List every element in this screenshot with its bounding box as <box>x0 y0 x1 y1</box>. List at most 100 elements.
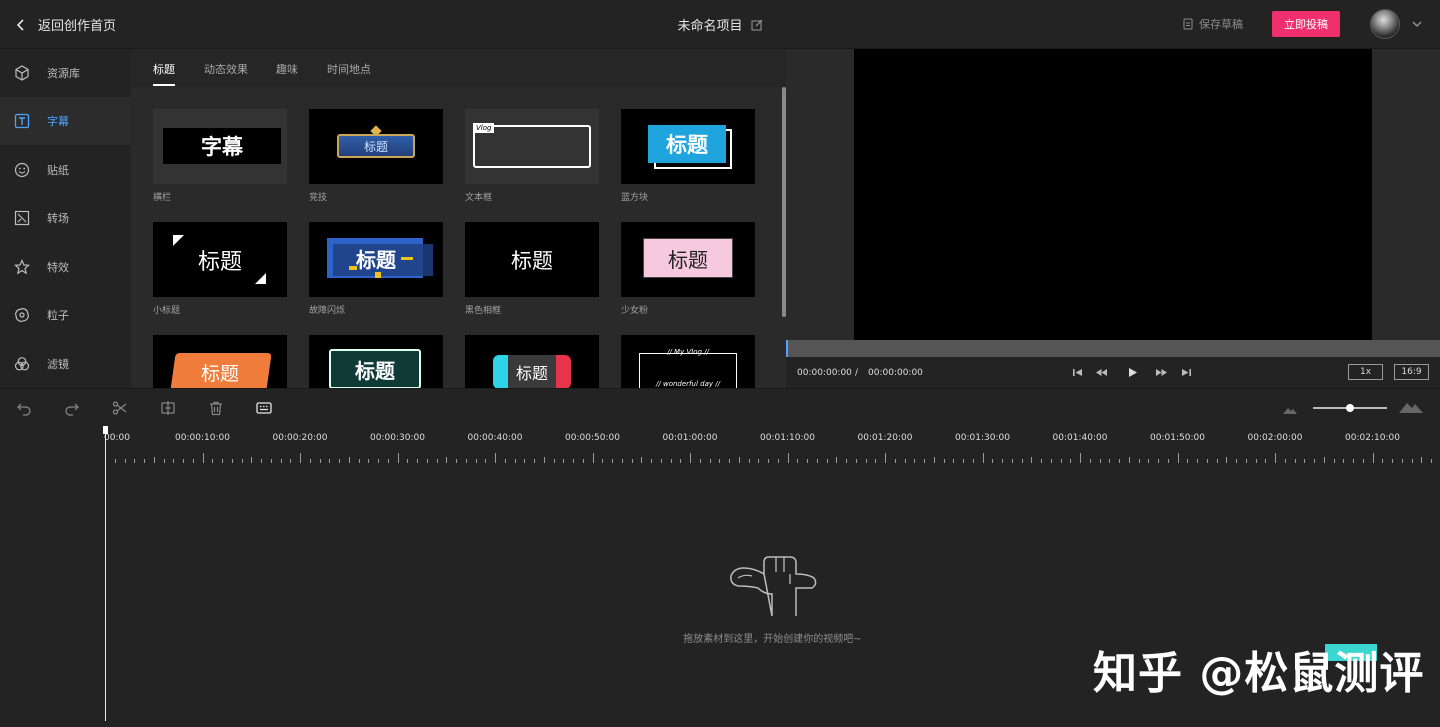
trash-icon[interactable] <box>208 400 224 416</box>
thumbnail-text: 字幕 <box>163 128 281 164</box>
sidebar-item-label: 滤镜 <box>47 358 69 371</box>
zoom-out-mountain-icon[interactable] <box>1282 402 1298 418</box>
sidebar-item-particles[interactable]: 粒子 <box>0 291 131 339</box>
chevron-down-icon[interactable] <box>1411 18 1423 30</box>
template-label: 故障闪烁 <box>309 306 346 316</box>
tab-time-location[interactable]: 时间地点 <box>327 61 371 77</box>
timeline-toolbar <box>0 388 1440 426</box>
thumbnail-text: 标题 <box>511 248 553 273</box>
subtitle-panel: 标题 动态效果 趣味 时间地点 字幕 横栏 标题 竞技 Vlog 文本框 标题 … <box>131 49 786 388</box>
aspect-ratio-button[interactable]: 16:9 <box>1394 364 1429 380</box>
ruler-label: 00:01:50:00 <box>1150 433 1205 443</box>
chevron-left-icon <box>16 18 24 31</box>
thumbnail-text: 标题 <box>200 363 239 385</box>
empty-timeline-hint: 拖放素材到这里，开始创建你的视频吧~ <box>683 634 862 645</box>
sidebar-item-label: 转场 <box>47 212 69 225</box>
ruler-label: 00:01:30:00 <box>955 433 1010 443</box>
zoom-in-mountain-icon[interactable] <box>1398 398 1424 416</box>
template-thumbnail: 标题 <box>621 222 755 297</box>
split-icon[interactable] <box>160 400 176 416</box>
filter-icon <box>14 357 30 371</box>
project-title: 未命名项目 <box>677 19 743 34</box>
ruler-label: 00:01:40:00 <box>1052 433 1108 443</box>
video-canvas <box>854 49 1372 340</box>
sidebar-item-label: 特效 <box>47 261 69 274</box>
template-tile[interactable]: 标题 <box>153 335 287 388</box>
sidebar-item-transitions[interactable]: 转场 <box>0 194 131 242</box>
template-tile[interactable]: 标题 少女粉 <box>621 222 755 316</box>
skip-end-icon[interactable] <box>1180 366 1193 379</box>
zoom-slider-knob[interactable] <box>1346 404 1354 412</box>
sidebar-item-label: 贴纸 <box>47 164 69 177</box>
template-thumbnail: 标题 <box>621 109 755 184</box>
timeline[interactable]: 00:00 00:00:10:00 00:00:20:00 00:00:30:00 00… <box>0 426 1440 727</box>
template-label: 黑色相框 <box>465 306 502 316</box>
sidebar-item-stickers[interactable]: 贴纸 <box>0 146 131 194</box>
thumbnail-text: 标题 <box>356 248 396 272</box>
template-thumbnail: 标题 <box>153 335 287 388</box>
template-thumbnail: 标题 <box>309 109 443 184</box>
template-tile[interactable]: 标题 <box>309 335 443 388</box>
speed-button[interactable]: 1x <box>1348 364 1383 380</box>
template-tile[interactable]: 标题 小标题 <box>153 222 287 316</box>
progress-bar[interactable] <box>786 340 1440 357</box>
progress-head[interactable] <box>786 340 788 357</box>
back-button[interactable]: 返回创作首页 <box>14 0 116 49</box>
skip-start-icon[interactable] <box>1071 366 1084 379</box>
avatar[interactable] <box>1370 9 1400 39</box>
thumbnail-text: // wonderful day // <box>656 380 720 388</box>
template-thumbnail: // My Vlog // // wonderful day // <box>621 335 755 388</box>
template-tile[interactable]: 标题 蓝方块 <box>621 109 755 203</box>
subtitle-track-icon[interactable] <box>256 400 272 416</box>
publish-button[interactable]: 立即投稿 <box>1272 11 1340 37</box>
sidebar-item-subtitles[interactable]: 字幕 <box>0 97 131 145</box>
drag-hand-icon <box>730 556 817 616</box>
template-label: 少女粉 <box>621 306 649 316</box>
undo-icon[interactable] <box>16 400 32 416</box>
template-label: 小标题 <box>153 306 181 316</box>
time-ruler[interactable]: 00:00 00:00:10:00 00:00:20:00 00:00:30:00 00… <box>104 426 1440 464</box>
template-thumbnail: 字幕 <box>153 109 287 184</box>
thumbnail-text: 标题 <box>648 125 726 163</box>
save-draft-button[interactable]: 保存草稿 <box>1182 16 1243 32</box>
template-tile[interactable]: 标题 故障闪烁 <box>309 222 443 316</box>
sidebar-item-effects[interactable]: 特效 <box>0 243 131 291</box>
thumbnail-text: 标题 <box>643 238 733 278</box>
template-thumbnail: 标题 <box>309 335 443 388</box>
joycon-right <box>556 355 571 388</box>
playhead-handle[interactable] <box>103 426 108 434</box>
template-tile[interactable]: 标题 黑色相框 <box>465 222 599 316</box>
fast-forward-icon[interactable] <box>1155 366 1168 379</box>
template-thumbnail: 标题 <box>153 222 287 297</box>
template-tile[interactable]: 标题 竞技 <box>309 109 443 203</box>
template-tile[interactable]: Vlog 文本框 <box>465 109 599 203</box>
sidebar-item-library[interactable]: 资源库 <box>0 49 131 97</box>
template-label: 文本框 <box>465 193 493 203</box>
tab-dynamic-effects[interactable]: 动态效果 <box>204 61 248 77</box>
panel-tabs: 标题 动态效果 趣味 时间地点 <box>131 49 786 87</box>
template-label: 竞技 <box>309 193 328 203</box>
ruler-label: 00:00:40:00 <box>467 433 523 443</box>
ruler-label: 00:00:30:00 <box>370 433 425 443</box>
rewind-icon[interactable] <box>1095 366 1108 379</box>
playhead[interactable] <box>105 426 106 721</box>
template-tile[interactable]: // My Vlog // // wonderful day // <box>621 335 755 388</box>
template-thumbnail: Vlog <box>465 109 599 184</box>
template-tile[interactable]: 字幕 横栏 <box>153 109 287 203</box>
tab-fun[interactable]: 趣味 <box>276 61 298 77</box>
thumbnail-text: // My Vlog // <box>667 348 709 356</box>
preview-area: 00:00:00:00 / 00:00:00:00 1x 16:9 <box>786 49 1440 388</box>
star-icon <box>14 259 30 275</box>
playback-controls: 00:00:00:00 / 00:00:00:00 1x 16:9 <box>786 357 1440 388</box>
ruler-label: 00:00 <box>104 433 130 443</box>
edit-icon[interactable] <box>751 19 763 31</box>
template-tile[interactable]: 标题 <box>465 335 599 388</box>
scissors-icon[interactable] <box>112 400 128 416</box>
tab-title[interactable]: 标题 <box>153 61 175 77</box>
sidebar-item-label: 资源库 <box>47 67 80 80</box>
redo-icon[interactable] <box>64 400 80 416</box>
sidebar-item-label: 粒子 <box>47 309 69 322</box>
ruler-label: 00:00:10:00 <box>175 433 230 443</box>
sidebar-item-filters[interactable]: 滤镜 <box>0 340 131 388</box>
play-icon[interactable] <box>1126 366 1139 379</box>
